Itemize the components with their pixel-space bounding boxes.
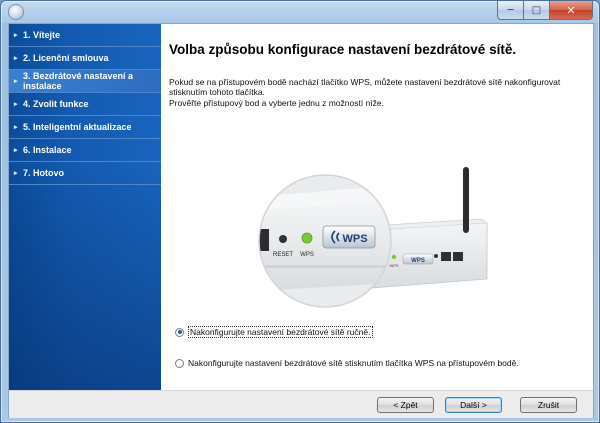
wps-button-label: WPS [342, 233, 367, 245]
sidebar-item-installation: ▸ 6. Instalace [9, 139, 161, 162]
radio-manual[interactable] [175, 327, 184, 337]
sidebar-item-label: 3. Bezdrátové nastavení a instalace [23, 71, 134, 91]
router-wps-illustration: WPS WPS RESET WPS WPS [258, 167, 488, 308]
client-area: ▸ 1. Vítejte ▸ 2. Licenční smlouva ▸ 3. … [8, 23, 594, 418]
page-title: Volba způsobu konfigurace nastavení bezd… [169, 42, 517, 57]
router-wps-led-label: WPS [389, 263, 398, 268]
sidebar-item-label: 7. Hotovo [23, 168, 65, 178]
main-content: Volba způsobu konfigurace nastavení bezd… [161, 24, 593, 390]
reset-label: RESET [273, 252, 293, 258]
sidebar-item-label: 4. Zvolit funkce [23, 99, 89, 109]
steps-sidebar: ▸ 1. Vítejte ▸ 2. Licenční smlouva ▸ 3. … [9, 24, 161, 390]
description: Pokud se na přístupovém bodě nachází tla… [169, 77, 589, 108]
next-button[interactable]: Další > [445, 397, 502, 413]
button-bar: < Zpět Další > Zrušit [9, 390, 593, 418]
chevron-right-icon: ▸ [14, 55, 18, 62]
sidebar-item-select-features: ▸ 4. Zvolit funkce [9, 93, 161, 116]
radio-wps[interactable] [175, 358, 184, 368]
chevron-right-icon: ▸ [14, 32, 18, 39]
description-line-1: Pokud se na přístupovém bodě nachází tla… [169, 77, 561, 98]
sidebar-item-label: 2. Licenční smlouva [23, 53, 109, 63]
description-line-2: Prověřte přístupový bod a vyberte jednu … [169, 97, 384, 108]
maximize-button[interactable]: □ [524, 1, 550, 20]
router-wps-button-label: WPS [411, 258, 425, 264]
chevron-right-icon: ▸ [14, 101, 18, 108]
window-controls: ─ □ ✕ [497, 1, 593, 20]
wps-led-label: WPS [300, 252, 314, 258]
chevron-right-icon: ▸ [14, 78, 18, 85]
sidebar-item-welcome: ▸ 1. Vítejte [9, 24, 161, 47]
sidebar-item-label: 1. Vítejte [23, 30, 61, 40]
back-button[interactable]: < Zpět [377, 397, 434, 413]
sidebar-item-done: ▸ 7. Hotovo [9, 162, 161, 185]
chevron-right-icon: ▸ [14, 147, 18, 154]
chevron-right-icon: ▸ [14, 170, 18, 177]
sidebar-item-smart-update: ▸ 5. Inteligentní aktualizace [9, 116, 161, 139]
minimize-button[interactable]: ─ [497, 1, 524, 20]
option-wps[interactable]: Nakonfigurujte nastavení bezdrátové sítě… [175, 358, 519, 368]
cancel-button[interactable]: Zrušit [520, 397, 577, 413]
sidebar-item-label: 5. Inteligentní aktualizace [23, 122, 132, 132]
installer-window: ─ □ ✕ ▸ 1. Vítejte ▸ 2. Licenční smlouva… [0, 0, 600, 423]
sidebar-item-wireless-setup: ▸ 3. Bezdrátové nastavení a instalace [9, 70, 161, 93]
sidebar-item-license: ▸ 2. Licenční smlouva [9, 47, 161, 70]
option-manual[interactable]: Nakonfigurujte nastavení bezdrátové sítě… [175, 326, 373, 338]
chevron-right-icon: ▸ [14, 124, 18, 131]
sidebar-gradient [9, 164, 161, 390]
sidebar-item-label: 6. Instalace [23, 145, 72, 155]
option-manual-label[interactable]: Nakonfigurujte nastavení bezdrátové sítě… [188, 326, 373, 338]
option-wps-label[interactable]: Nakonfigurujte nastavení bezdrátové sítě… [188, 358, 519, 368]
app-icon [8, 4, 24, 20]
close-button[interactable]: ✕ [550, 1, 593, 20]
antenna-icon [463, 167, 469, 233]
title-bar: ─ □ ✕ [1, 1, 599, 23]
